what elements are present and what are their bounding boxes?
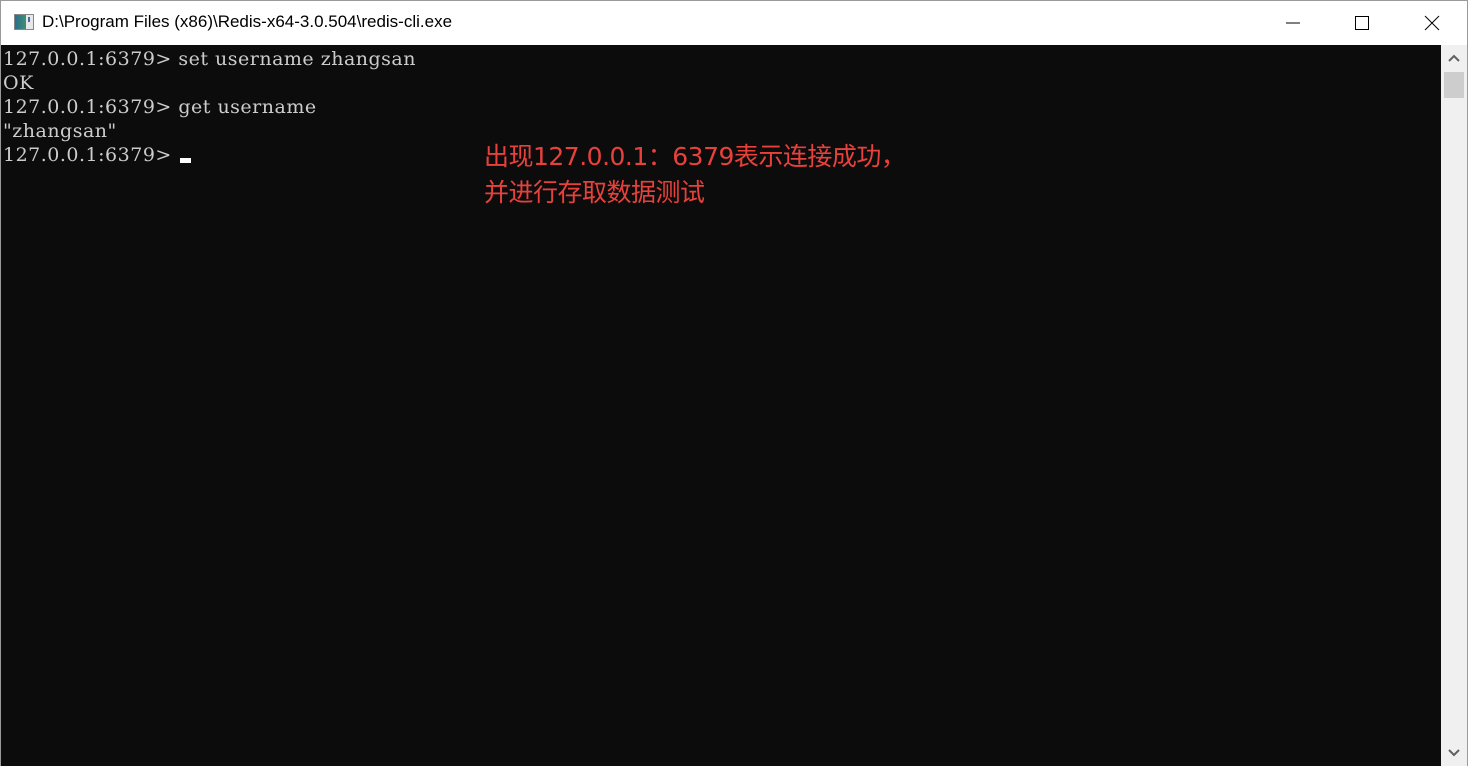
maximize-icon <box>1355 16 1369 30</box>
title-bar[interactable]: D:\Program Files (x86)\Redis-x64-3.0.504… <box>1 1 1467 45</box>
chevron-up-icon <box>1448 54 1460 62</box>
console-line: "zhangsan" <box>3 120 117 142</box>
console-output[interactable]: 127.0.0.1:6379> set username zhangsan OK… <box>1 45 1441 766</box>
scroll-up-button[interactable] <box>1441 45 1467 71</box>
scroll-thumb[interactable] <box>1444 72 1464 98</box>
console-line: 127.0.0.1:6379> set username zhangsan <box>3 48 417 70</box>
console-line: 127.0.0.1:6379> get username <box>3 96 317 118</box>
console-prompt-line[interactable]: 127.0.0.1:6379> <box>3 143 192 167</box>
close-icon <box>1424 15 1440 31</box>
maximize-button[interactable] <box>1327 1 1397 45</box>
close-button[interactable] <box>1397 1 1467 45</box>
minimize-icon <box>1286 22 1300 24</box>
console-line: OK <box>3 72 34 94</box>
console-app-icon[interactable] <box>14 14 34 30</box>
chevron-down-icon <box>1448 749 1460 757</box>
window-title: D:\Program Files (x86)\Redis-x64-3.0.504… <box>42 12 453 31</box>
vertical-scrollbar[interactable] <box>1441 45 1467 766</box>
console-window: D:\Program Files (x86)\Redis-x64-3.0.504… <box>0 0 1468 766</box>
scroll-down-button[interactable] <box>1441 740 1467 766</box>
console-prompt: 127.0.0.1:6379> <box>3 144 179 166</box>
text-cursor <box>180 158 192 163</box>
annotation-line-1: 出现127.0.0.1：6379表示连接成功， <box>484 142 906 171</box>
annotation-line-2: 并进行存取数据测试 <box>484 178 705 207</box>
minimize-button[interactable] <box>1258 1 1328 45</box>
